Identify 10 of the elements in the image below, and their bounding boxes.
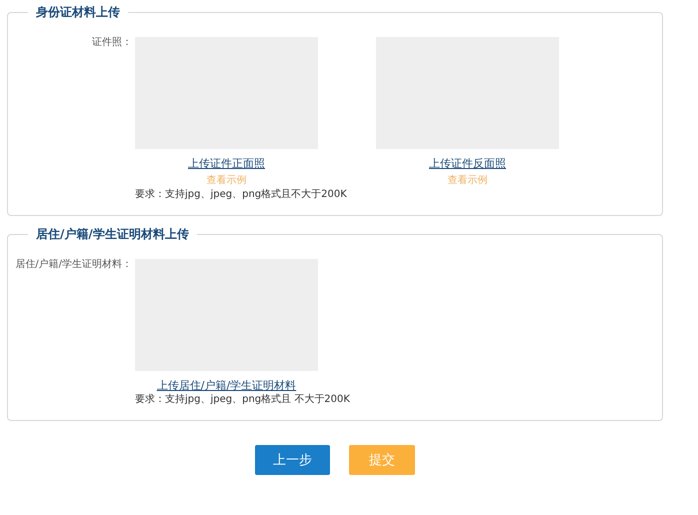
upload-link[interactable]: 上传证件正面照: [188, 157, 265, 170]
requirement-text: 要求：支持jpg、jpeg、png格式且不大于200K: [135, 189, 347, 201]
field-label: 居住/户籍/学生证明材料：: [14, 259, 132, 271]
upload-link[interactable]: 上传证件反面照: [429, 157, 506, 170]
requirement-text: 要求：支持jpg、jpeg、png格式且 不大于200K: [135, 394, 350, 406]
field-label: 证件照：: [91, 37, 132, 49]
section-title: 身份证材料上传: [28, 4, 128, 20]
section-title: 居住/户籍/学生证明材料上传: [28, 226, 197, 242]
upload-link[interactable]: 上传居住/户籍/学生证明材料: [156, 379, 296, 392]
back-button[interactable]: 上一步: [255, 445, 330, 475]
